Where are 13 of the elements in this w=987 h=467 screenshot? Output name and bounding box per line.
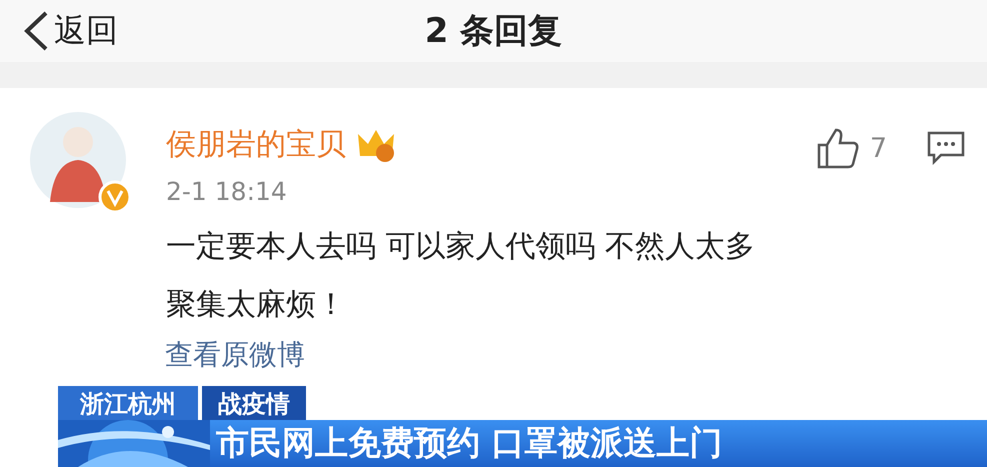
comment-time: 2-1 18:14: [166, 177, 288, 206]
comment-icon[interactable]: [927, 131, 965, 165]
thumbs-up-icon[interactable]: [816, 127, 860, 169]
back-icon: [22, 10, 50, 52]
author-name[interactable]: 侯朋岩的宝贝: [166, 124, 346, 165]
comment-text: 一定要本人去吗 可以家人代领吗 不然人太多聚集太麻烦！: [166, 228, 756, 324]
location-tag: 浙江杭州: [58, 386, 198, 420]
page-title: 2 条回复: [424, 11, 562, 51]
back-button[interactable]: 返回: [0, 8, 124, 54]
news-headline: 市民网上免费预约 口罩被派送上门: [210, 420, 987, 467]
topic-tag: 战疫情: [202, 386, 306, 420]
view-original-link[interactable]: 查看原微博: [165, 338, 305, 372]
like-count: 7: [870, 132, 887, 164]
